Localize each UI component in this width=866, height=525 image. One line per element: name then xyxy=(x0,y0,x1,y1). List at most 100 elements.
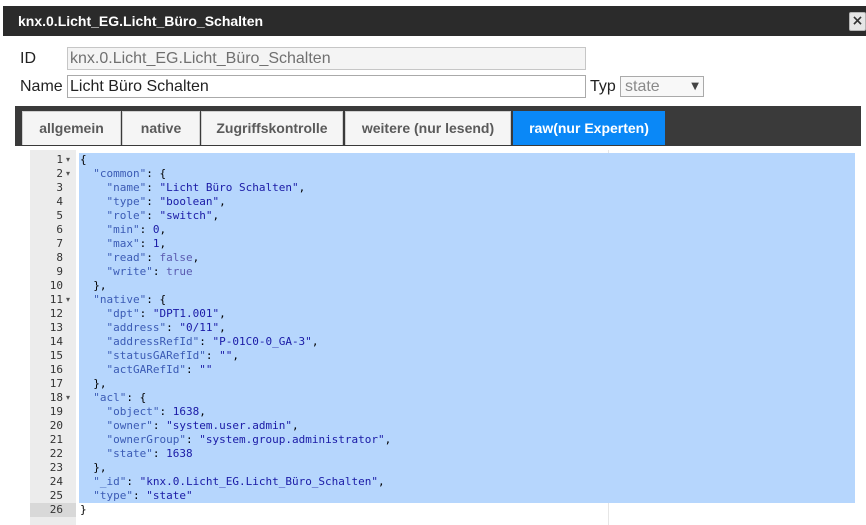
code-text: "type": "boolean", xyxy=(79,195,855,209)
editor-line[interactable]: 5 "role": "switch", xyxy=(30,209,861,223)
editor-line[interactable]: 12 "dpt": "DPT1.001", xyxy=(30,307,861,321)
editor-line[interactable]: 1 ▾ { xyxy=(30,153,861,167)
code-text: "ownerGroup": "system.group.administrato… xyxy=(79,433,855,447)
editor-line[interactable]: 7 "max": 1, xyxy=(30,237,861,251)
tab-weitere[interactable]: weitere (nur lesend) xyxy=(345,111,511,145)
code-text: }, xyxy=(79,461,855,475)
code-text: }, xyxy=(79,279,855,293)
line-number: 25 xyxy=(49,489,63,502)
editor-line[interactable]: 22 "state": 1638 xyxy=(30,447,861,461)
code-text: "native": { xyxy=(79,293,855,307)
code-text: "read": false, xyxy=(79,251,855,265)
editor-line[interactable]: 3 "name": "Licht Büro Schalten", xyxy=(30,181,861,195)
code-text: "owner": "system.user.admin", xyxy=(79,419,855,433)
line-number: 22 xyxy=(49,447,63,460)
tab-raw[interactable]: raw(nur Experten) xyxy=(513,111,665,145)
line-number: 12 xyxy=(49,307,63,320)
editor-line[interactable]: 11 ▾ "native": { xyxy=(30,293,861,307)
fold-toggle-icon[interactable]: ▾ xyxy=(66,167,70,181)
editor-line[interactable]: 13 "address": "0/11", xyxy=(30,321,861,335)
fold-toggle-icon[interactable]: ▾ xyxy=(66,293,70,307)
type-select[interactable]: state ▼ xyxy=(620,76,704,97)
code-text: "max": 1, xyxy=(79,237,855,251)
line-number: 14 xyxy=(49,335,63,348)
name-input[interactable]: Licht Büro Schalten xyxy=(67,75,586,98)
editor-line[interactable]: 23 }, xyxy=(30,461,861,475)
editor-lines: 1 ▾{2 ▾ "common": {3 "name": "Licht Büro S… xyxy=(30,153,861,517)
code-text: "write": true xyxy=(79,265,855,279)
editor-line[interactable]: 16 "actGARefId": "" xyxy=(30,363,861,377)
line-number: 13 xyxy=(49,321,63,334)
code-text: "type": "state" xyxy=(79,489,855,503)
code-text: "statusGARefId": "", xyxy=(79,349,855,363)
line-number: 19 xyxy=(49,405,63,418)
editor-line[interactable]: 15 "statusGARefId": "", xyxy=(30,349,861,363)
code-text: "name": "Licht Büro Schalten", xyxy=(79,181,855,195)
code-text: "min": 0, xyxy=(79,223,855,237)
editor-line[interactable]: 19 "object": 1638, xyxy=(30,405,861,419)
code-text: "_id": "knx.0.Licht_EG.Licht_Büro_Schalt… xyxy=(79,475,855,489)
code-text: "role": "switch", xyxy=(79,209,855,223)
chevron-down-icon: ▼ xyxy=(691,81,699,92)
code-text: "dpt": "DPT1.001", xyxy=(79,307,855,321)
line-number: 5 xyxy=(56,209,63,222)
editor-line[interactable]: 8 "read": false, xyxy=(30,251,861,265)
editor-line[interactable]: 26} xyxy=(30,503,861,517)
tab-zugriffskontrolle[interactable]: Zugriffskontrolle xyxy=(201,111,343,145)
line-number: 24 xyxy=(49,475,63,488)
code-text: "state": 1638 xyxy=(79,447,855,461)
editor-line[interactable]: 18 ▾ "acl": { xyxy=(30,391,861,405)
line-number: 10 xyxy=(49,279,63,292)
editor-line[interactable]: 14 "addressRefId": "P-01C0-0_GA-3", xyxy=(30,335,861,349)
type-select-value: state xyxy=(625,78,660,95)
line-number: 3 xyxy=(56,181,63,194)
id-field: knx.0.Licht_EG.Licht_Büro_Schalten xyxy=(67,47,586,70)
type-label: Typ xyxy=(590,78,616,95)
code-text: "common": { xyxy=(79,167,855,181)
editor-line[interactable]: 2 ▾ "common": { xyxy=(30,167,861,181)
object-edit-dialog: knx.0.Licht_EG.Licht_Büro_Schalten × ID … xyxy=(0,0,866,525)
tab-allgemein[interactable]: allgemein xyxy=(22,111,121,145)
editor-line[interactable]: 17 }, xyxy=(30,377,861,391)
code-text: } xyxy=(80,503,87,516)
code-text: { xyxy=(79,153,855,167)
fold-toggle-icon[interactable]: ▾ xyxy=(66,153,70,167)
code-text: "address": "0/11", xyxy=(79,321,855,335)
line-number: 1 xyxy=(56,153,63,166)
line-number: 26 xyxy=(49,503,63,516)
line-number: 15 xyxy=(49,349,63,362)
line-number: 6 xyxy=(56,223,63,236)
code-text: "addressRefId": "P-01C0-0_GA-3", xyxy=(79,335,855,349)
editor-line[interactable]: 6 "min": 0, xyxy=(30,223,861,237)
id-label: ID xyxy=(20,50,36,67)
line-number: 21 xyxy=(49,433,63,446)
fold-toggle-icon[interactable]: ▾ xyxy=(66,391,70,405)
name-label: Name xyxy=(20,78,63,95)
line-number: 9 xyxy=(56,265,63,278)
editor-line[interactable]: 21 "ownerGroup": "system.group.administr… xyxy=(30,433,861,447)
line-number: 2 xyxy=(56,167,63,180)
code-text: }, xyxy=(79,377,855,391)
editor-line[interactable]: 24 "_id": "knx.0.Licht_EG.Licht_Büro_Sch… xyxy=(30,475,861,489)
editor-line[interactable]: 9 "write": true xyxy=(30,265,861,279)
dialog-title: knx.0.Licht_EG.Licht_Büro_Schalten xyxy=(18,13,264,29)
tab-bar: allgemein native Zugriffskontrolle weite… xyxy=(15,106,861,146)
line-number: 8 xyxy=(56,251,63,264)
code-text: "actGARefId": "" xyxy=(79,363,855,377)
line-number: 11 xyxy=(49,293,63,306)
editor-line[interactable]: 10 }, xyxy=(30,279,861,293)
line-number: 7 xyxy=(56,237,63,250)
line-number: 16 xyxy=(49,363,63,376)
editor-line[interactable]: 4 "type": "boolean", xyxy=(30,195,861,209)
editor-line[interactable]: 20 "owner": "system.user.admin", xyxy=(30,419,861,433)
tab-native[interactable]: native xyxy=(122,111,200,145)
editor-line[interactable]: 25 "type": "state" xyxy=(30,489,861,503)
close-button[interactable]: × xyxy=(849,12,866,31)
json-editor[interactable]: 1 ▾{2 ▾ "common": {3 "name": "Licht Büro S… xyxy=(30,150,861,525)
line-number: 20 xyxy=(49,419,63,432)
dialog-titlebar[interactable]: knx.0.Licht_EG.Licht_Büro_Schalten xyxy=(3,6,866,36)
line-number: 4 xyxy=(56,195,63,208)
line-number: 23 xyxy=(49,461,63,474)
line-number: 18 xyxy=(49,391,63,404)
code-text: "acl": { xyxy=(79,391,855,405)
